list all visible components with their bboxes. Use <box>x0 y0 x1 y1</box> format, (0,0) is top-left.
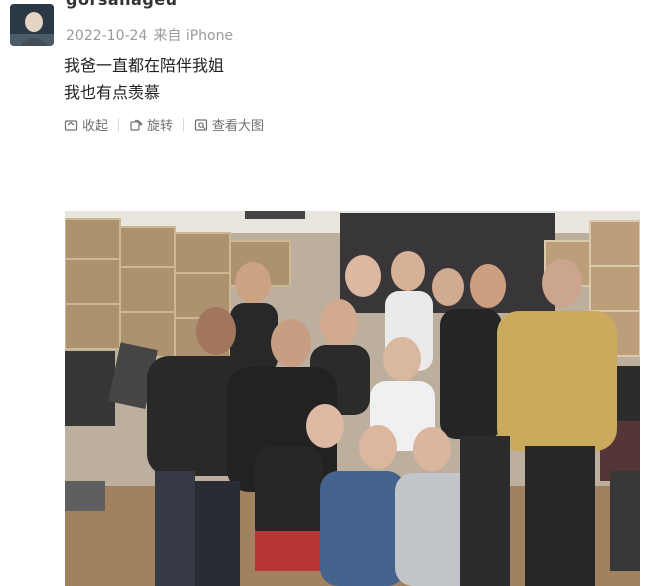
post-source: 来自 iPhone <box>153 28 234 44</box>
rotate-label: 旋转 <box>147 119 174 134</box>
divider <box>118 117 120 132</box>
collapse-button[interactable]: 收起 <box>64 115 108 134</box>
post-meta: 2022-10-24 来自 iPhone <box>66 25 233 45</box>
post-photo[interactable] <box>65 211 640 586</box>
collapse-label: 收起 <box>82 119 109 134</box>
username[interactable]: gorsanageu <box>66 0 178 9</box>
collapse-icon <box>64 119 78 131</box>
view-large-label: 查看大图 <box>212 119 265 134</box>
view-large-image-icon <box>194 118 208 131</box>
view-large-button[interactable]: 查看大图 <box>194 115 264 134</box>
post-content: 我爸一直都在陪伴我姐 我也有点羡慕 <box>64 52 224 106</box>
post-text-line: 我也有点羡慕 <box>64 83 161 102</box>
divider <box>183 117 185 132</box>
image-actions: 收起 旋转 查看大图 <box>64 115 264 134</box>
group-photo-image <box>65 211 640 586</box>
avatar[interactable] <box>10 4 54 46</box>
rotate-button[interactable]: 旋转 <box>129 115 173 134</box>
rotate-icon <box>130 119 143 131</box>
post-text-line: 我爸一直都在陪伴我姐 <box>64 56 225 75</box>
post-date[interactable]: 2022-10-24 <box>66 28 147 44</box>
